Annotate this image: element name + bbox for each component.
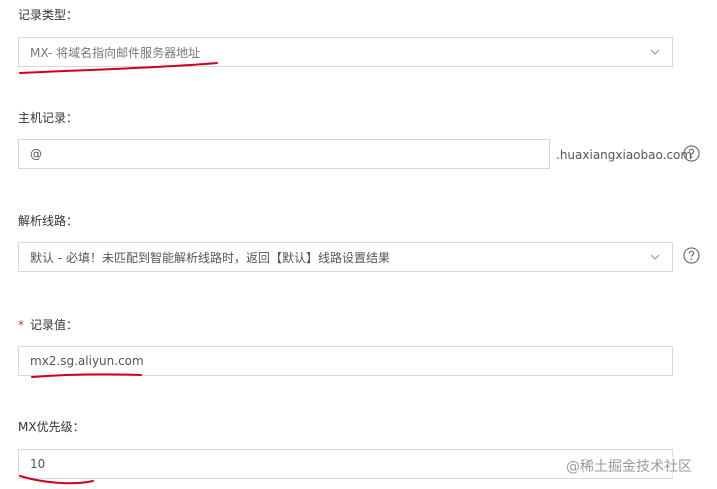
host-record-label: 主机记录： [18,111,79,125]
record-value-value: mx2.sg.aliyun.com [30,354,144,368]
resolution-line-select[interactable]: 默认 - 必填！未匹配到智能解析线路时，返回【默认】线路设置结果 [18,242,673,272]
host-record-value: @ [30,147,42,161]
chevron-down-icon [650,49,660,55]
chevron-down-icon [650,254,660,260]
required-marker: * [18,318,24,332]
record-type-select[interactable]: MX- 将域名指向邮件服务器地址 [18,37,673,67]
host-record-input[interactable]: @ [18,139,550,169]
record-type-label: 记录类型： [18,8,79,22]
record-value-label: 记录值： [30,318,79,332]
record-value-label-row: * 记录值： [18,316,78,333]
resolution-line-label: 解析线路： [18,214,79,228]
dns-record-form: 记录类型： MX- 将域名指向邮件服务器地址 主机记录： @ .huaxiang… [0,0,717,489]
domain-suffix: .huaxiangxiaobao.com [556,148,693,162]
record-type-value: MX- 将域名指向邮件服务器地址 [30,45,201,60]
watermark: @稀土掘金技术社区 [566,456,692,476]
mx-priority-label: MX优先级： [18,420,85,434]
resolution-line-value: 默认 - 必填！未匹配到智能解析线路时，返回【默认】线路设置结果 [30,250,390,265]
record-value-input[interactable]: mx2.sg.aliyun.com [18,346,673,376]
help-icon[interactable] [683,145,700,162]
help-icon[interactable] [683,247,700,264]
